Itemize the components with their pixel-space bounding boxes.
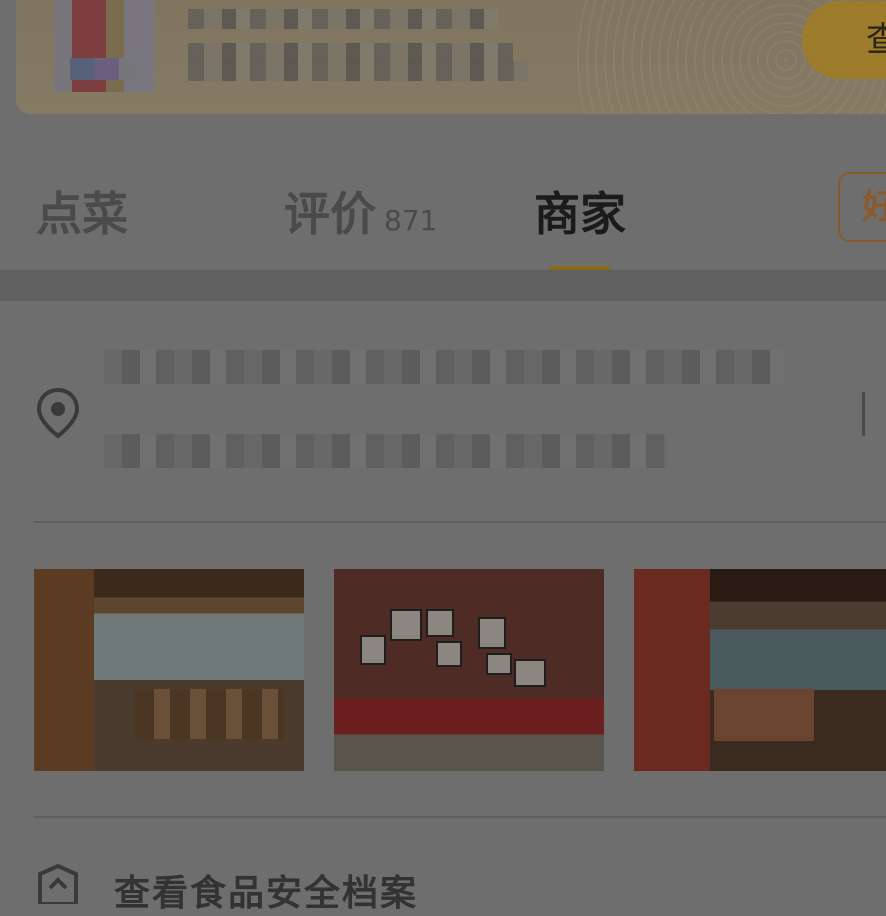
wall-frame: [390, 609, 422, 641]
store-photo-1[interactable]: [34, 569, 304, 771]
divider: [34, 816, 886, 818]
blurred-store-info: [188, 43, 513, 63]
blurred-address-line-2[interactable]: [104, 434, 666, 468]
tab-extra-button[interactable]: 好: [838, 172, 886, 242]
address-divider: [862, 392, 865, 436]
wall-frame: [426, 609, 454, 637]
membership-banner[interactable]: 查: [16, 0, 886, 114]
tab-order[interactable]: 点菜: [36, 178, 128, 244]
wall-frame: [436, 641, 462, 667]
tab-order-label: 点菜: [36, 187, 128, 241]
shield-icon: [38, 864, 78, 904]
wall-frame: [486, 653, 512, 675]
divider: [34, 521, 886, 523]
banner-view-button[interactable]: 查: [802, 1, 886, 79]
store-logo-image: [54, 0, 154, 92]
wall-frame: [514, 659, 546, 687]
tab-reviews-count: 871: [384, 204, 438, 237]
blurred-store-info-2: [188, 61, 528, 81]
blurred-address-line-1[interactable]: [104, 350, 784, 384]
wall-frame: [478, 617, 506, 649]
location-pin-icon: [36, 388, 80, 438]
tab-reviews[interactable]: 评价 871: [284, 178, 437, 244]
tab-merchant-label: 商家: [534, 187, 626, 241]
blurred-store-name: [188, 9, 498, 29]
tab-reviews-label: 评价: [284, 187, 376, 241]
tab-merchant[interactable]: 商家: [534, 178, 626, 244]
tab-bar: 点菜 评价 871 商家 好: [0, 148, 886, 271]
food-safety-link[interactable]: 查看食品安全档案: [114, 864, 418, 916]
wall-frame: [360, 635, 386, 665]
section-divider: [0, 270, 886, 301]
store-photo-3[interactable]: [634, 569, 886, 771]
store-photo-2[interactable]: [334, 569, 604, 771]
